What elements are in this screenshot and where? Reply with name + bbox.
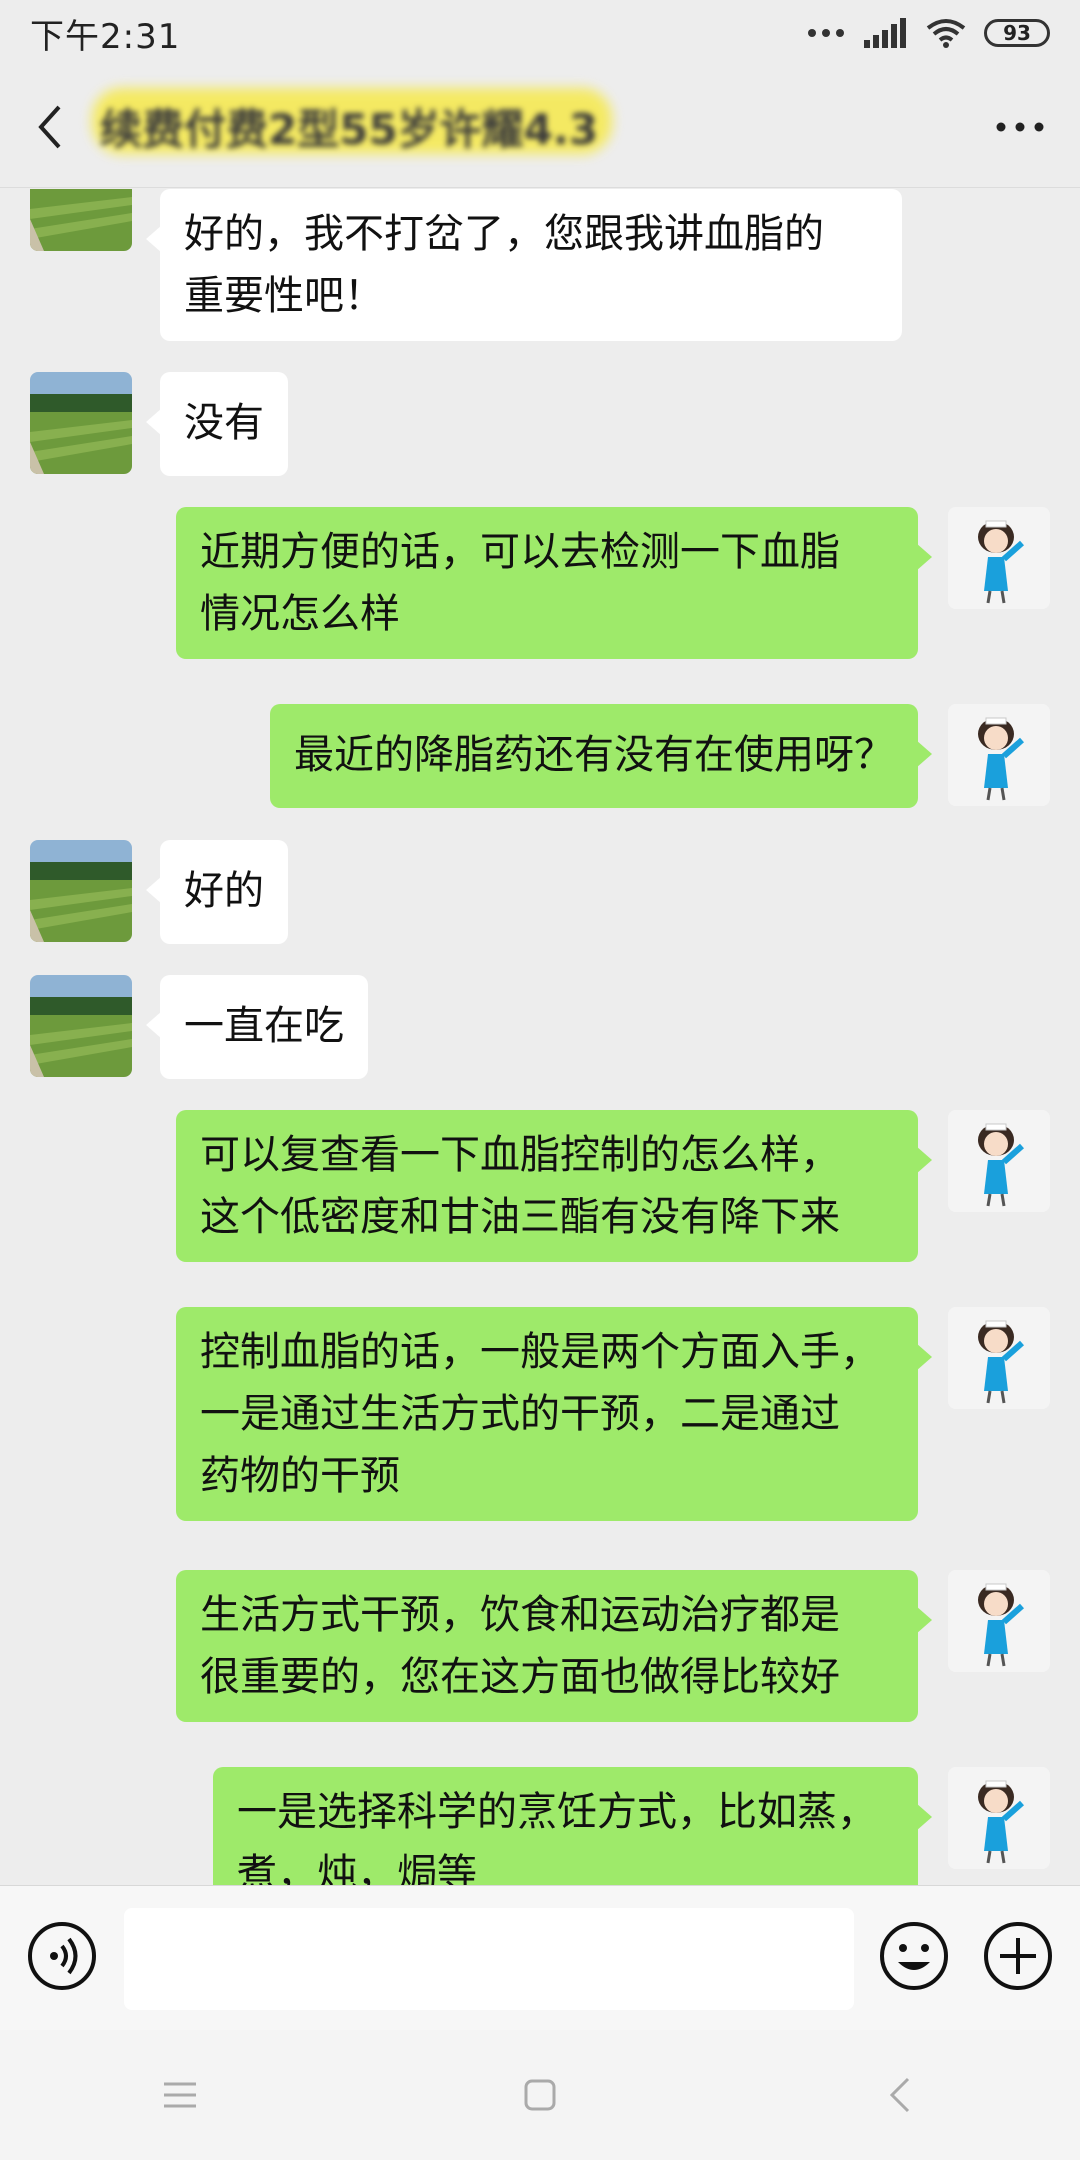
message-bubble-incoming[interactable]: 一直在吃 — [146, 975, 368, 1079]
nurse-avatar-icon — [948, 1570, 1050, 1672]
message-bubble-outgoing[interactable]: 生活方式干预，饮食和运动治疗都是 很重要的，您在这方面也做得比较好 — [176, 1570, 932, 1722]
home-square-icon — [524, 2079, 556, 2111]
nav-home-button[interactable] — [500, 2055, 580, 2135]
message-bubble-incoming[interactable]: 没有 — [146, 372, 288, 476]
plus-circle-icon — [984, 1922, 1052, 1990]
title-bar: 续费付费2型55岁许耀4.3 — [0, 66, 1080, 188]
message-row: 好的 — [0, 840, 1080, 950]
user-avatar[interactable] — [948, 507, 1050, 609]
nav-menu-button[interactable] — [140, 2055, 220, 2135]
message-bubble-outgoing[interactable]: 控制血脂的话，一般是两个方面入手， 一是通过生活方式的干预，二是通过 药物的干预 — [176, 1307, 932, 1521]
chevron-left-icon — [38, 105, 61, 148]
contact-avatar[interactable] — [30, 840, 132, 942]
status-icons: 93 — [806, 18, 1050, 48]
menu-icon — [164, 2082, 196, 2108]
input-bar — [0, 1885, 1080, 2030]
user-avatar[interactable] — [948, 1767, 1050, 1869]
contact-avatar[interactable] — [30, 372, 132, 474]
user-avatar[interactable] — [948, 704, 1050, 806]
chat-title: 续费付费2型55岁许耀4.3 — [92, 88, 960, 157]
field-landscape-icon — [30, 840, 132, 942]
battery-level: 93 — [1003, 21, 1031, 45]
signal-icon — [864, 18, 906, 48]
message-bubble-incoming[interactable]: 好的，我不打岔了，您跟我讲血脂的 重要性吧！ — [146, 189, 902, 341]
status-time: 下午2:31 — [30, 16, 181, 57]
user-avatar[interactable] — [948, 1110, 1050, 1212]
message-bubble-outgoing[interactable]: 一是选择科学的烹饪方式，比如蒸， 煮，炖，焗等 — [213, 1767, 932, 1885]
more-functions-button[interactable] — [982, 1920, 1054, 1996]
nurse-avatar-icon — [948, 1767, 1050, 1869]
message-row: 一是选择科学的烹饪方式，比如蒸， 煮，炖，焗等 — [0, 1767, 1080, 1885]
message-input[interactable] — [124, 1908, 854, 2010]
status-bar: 下午2:31 93 — [0, 0, 1080, 66]
voice-icon — [28, 1922, 96, 1990]
more-options-button[interactable] — [960, 66, 1080, 187]
nurse-avatar-icon — [948, 704, 1050, 806]
chevron-left-icon — [889, 2077, 910, 2113]
contact-avatar[interactable] — [30, 189, 132, 251]
message-row: 最近的降脂药还有没有在使用呀？ — [0, 704, 1080, 814]
more-horizontal-icon — [996, 122, 1044, 131]
more-dots-icon — [808, 29, 844, 37]
message-row: 生活方式干预，饮食和运动治疗都是 很重要的，您在这方面也做得比较好 — [0, 1570, 1080, 1740]
user-avatar[interactable] — [948, 1570, 1050, 1672]
wifi-icon — [926, 19, 966, 48]
contact-avatar[interactable] — [30, 975, 132, 1077]
message-row: 好的，我不打岔了，您跟我讲血脂的 重要性吧！ — [0, 189, 1080, 349]
nurse-avatar-icon — [948, 507, 1050, 609]
message-list[interactable]: 好的，我不打岔了，您跟我讲血脂的 重要性吧！ 没有 近期方便的话，可以去检测一下… — [0, 189, 1080, 1885]
message-bubble-outgoing[interactable]: 可以复查看一下血脂控制的怎么样， 这个低密度和甘油三酯有没有降下来 — [176, 1110, 932, 1262]
message-row: 一直在吃 — [0, 975, 1080, 1085]
nurse-avatar-icon — [948, 1307, 1050, 1409]
emoji-button[interactable] — [878, 1920, 950, 1996]
nurse-avatar-icon — [948, 1110, 1050, 1212]
smiley-icon — [880, 1922, 948, 1990]
field-landscape-icon — [30, 189, 132, 251]
message-row: 没有 — [0, 372, 1080, 482]
message-bubble-outgoing[interactable]: 最近的降脂药还有没有在使用呀？ — [270, 704, 932, 808]
voice-input-button[interactable] — [26, 1920, 98, 1996]
battery-indicator: 93 — [984, 19, 1050, 47]
message-row: 近期方便的话，可以去检测一下血脂 情况怎么样 — [0, 507, 1080, 677]
user-avatar[interactable] — [948, 1307, 1050, 1409]
message-bubble-incoming[interactable]: 好的 — [146, 840, 288, 944]
message-bubble-outgoing[interactable]: 近期方便的话，可以去检测一下血脂 情况怎么样 — [176, 507, 932, 659]
field-landscape-icon — [30, 372, 132, 474]
chat-title-text: 续费付费2型55岁许耀4.3 — [100, 105, 599, 154]
nav-back-button[interactable] — [860, 2055, 940, 2135]
message-row: 可以复查看一下血脂控制的怎么样， 这个低密度和甘油三酯有没有降下来 — [0, 1110, 1080, 1280]
system-nav-bar — [0, 2030, 1080, 2160]
field-landscape-icon — [30, 975, 132, 1077]
message-row: 控制血脂的话，一般是两个方面入手， 一是通过生活方式的干预，二是通过 药物的干预 — [0, 1307, 1080, 1542]
back-button[interactable] — [0, 66, 100, 187]
